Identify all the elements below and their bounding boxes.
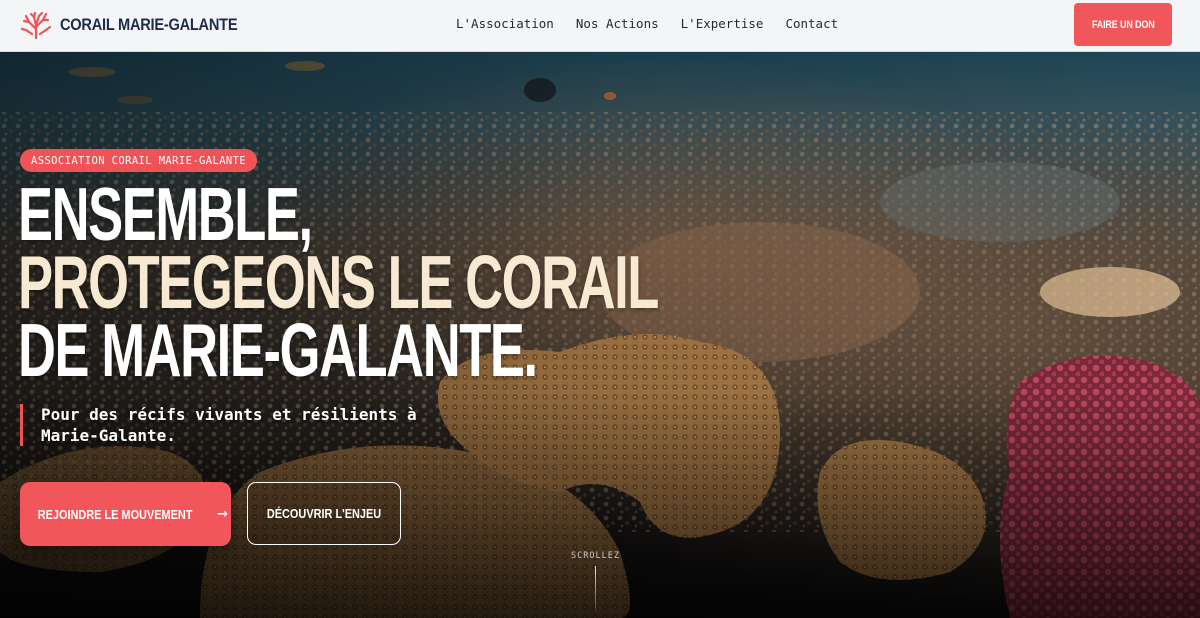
kicker-badge: ASSOCIATION CORAIL MARIE-GALANTE bbox=[20, 149, 258, 172]
discover-issue-button[interactable]: DÉCOUVRIR L'ENJEU bbox=[247, 482, 401, 545]
main-menu: L'Association Nos Actions L'Expertise Co… bbox=[456, 16, 838, 31]
arrow-right-icon: → bbox=[217, 506, 229, 522]
nav-item-contact[interactable]: Contact bbox=[785, 16, 838, 31]
donate-button-label: FAIRE UN DON bbox=[1091, 18, 1155, 31]
scroll-hint[interactable]: SCROLLEZ bbox=[571, 551, 620, 561]
discover-issue-label: DÉCOUVRIR L'ENJEU bbox=[266, 506, 382, 521]
hero-headline: ENSEMBLE, PROTEGEONS LE CORAIL DE MARIE-… bbox=[18, 172, 659, 392]
brand-name: CORAIL MARIE-GALANTE bbox=[60, 15, 238, 34]
donate-button[interactable]: FAIRE UN DON bbox=[1074, 3, 1172, 46]
join-movement-label: REJOINDRE LE MOUVEMENT bbox=[37, 506, 193, 522]
nav-item-expertise[interactable]: L'Expertise bbox=[681, 16, 764, 31]
nav-item-actions[interactable]: Nos Actions bbox=[576, 16, 659, 31]
hero-tagline: Pour des récifs vivants et résilients à … bbox=[20, 404, 480, 446]
hero-section: ASSOCIATION CORAIL MARIE-GALANTE ENSEMBL… bbox=[0, 52, 1200, 618]
coral-icon bbox=[20, 11, 52, 39]
headline-line-3: DE MARIE-GALANTE. bbox=[18, 308, 538, 392]
join-movement-button[interactable]: REJOINDRE LE MOUVEMENT → bbox=[20, 482, 231, 546]
scroll-indicator-line bbox=[595, 566, 596, 610]
brand-logo[interactable]: CORAIL MARIE-GALANTE bbox=[20, 11, 266, 39]
headline-line-1: ENSEMBLE, bbox=[18, 172, 313, 256]
top-navigation: CORAIL MARIE-GALANTE L'Association Nos A… bbox=[0, 0, 1200, 52]
nav-item-association[interactable]: L'Association bbox=[456, 16, 554, 31]
headline-line-2: PROTEGEONS LE CORAIL bbox=[18, 240, 659, 324]
